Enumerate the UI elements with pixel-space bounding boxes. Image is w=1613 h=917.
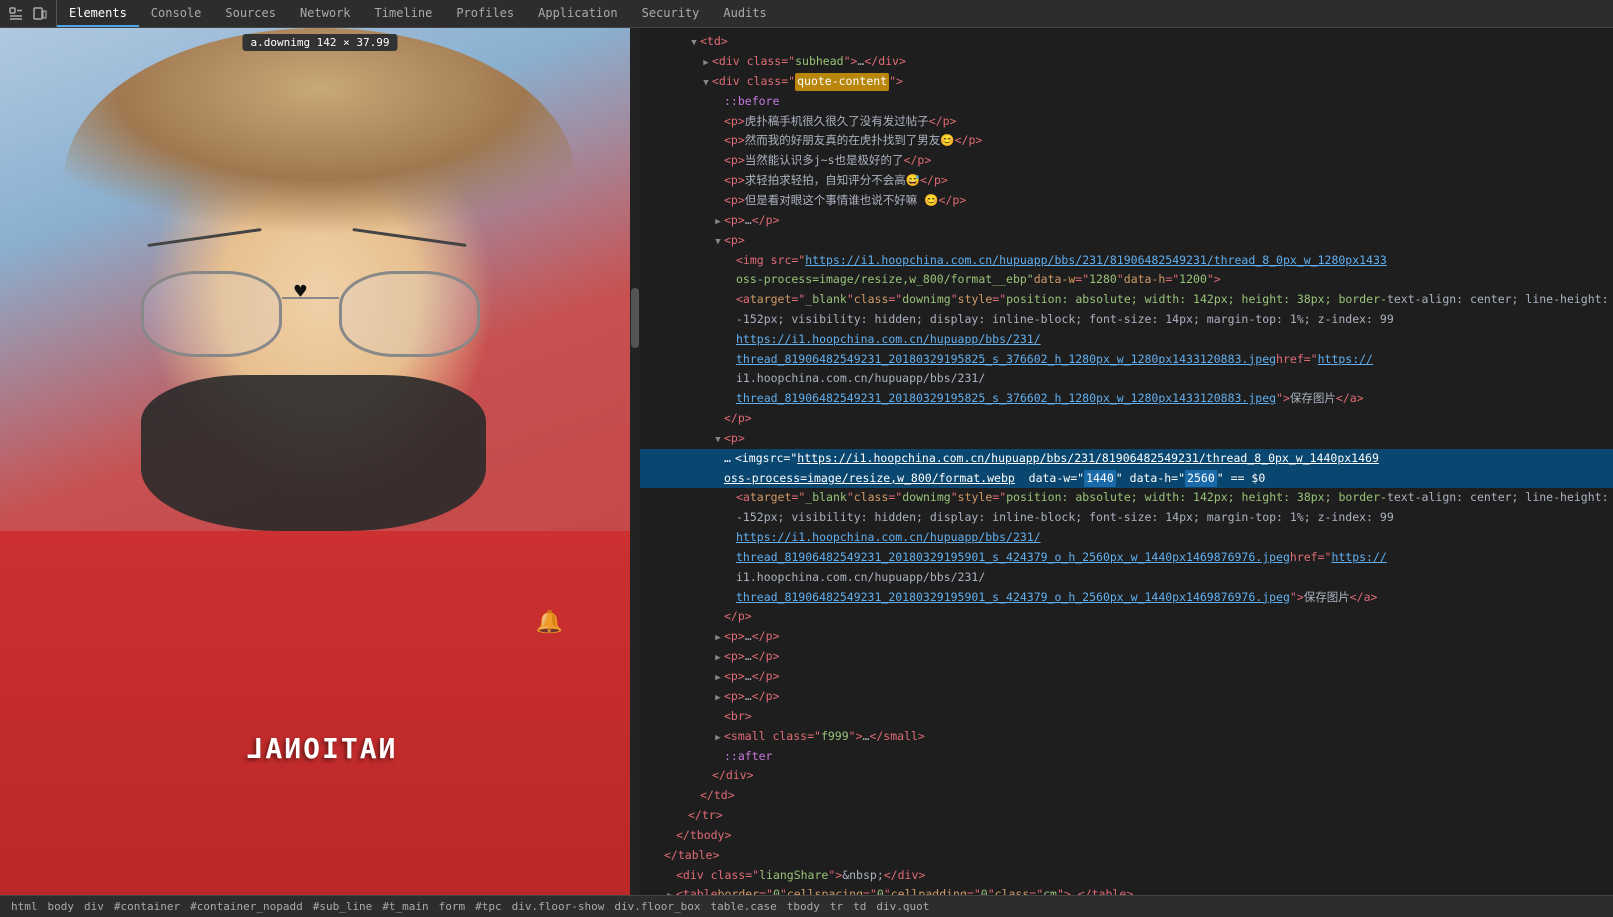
triangle-icon[interactable] — [712, 732, 724, 746]
elements-panel[interactable]: <td> <div class="subhead">…</div> <div c… — [640, 28, 1613, 895]
breadcrumb-div-quot[interactable]: div.quot — [873, 900, 932, 913]
preview-label: a.downimg 142 × 37.99 — [242, 34, 397, 51]
tabs-bar: Elements Console Sources Network Timelin… — [57, 0, 1613, 27]
list-item[interactable]: <p>…</p> — [640, 687, 1613, 707]
main-area: a.downimg 142 × 37.99 ♥ NATIONAL — [0, 28, 1613, 895]
list-item[interactable]: <p>…</p> — [640, 667, 1613, 687]
shirt-text: NATIONAL — [245, 732, 396, 765]
tab-timeline[interactable]: Timeline — [363, 0, 445, 27]
list-item[interactable]: ::after — [640, 747, 1613, 767]
list-item[interactable]: oss-process=image/resize,w_800/format__e… — [640, 270, 1613, 290]
list-item[interactable]: <p>…</p> — [640, 647, 1613, 667]
list-item[interactable]: </table> — [640, 846, 1613, 866]
breadcrumb-bar: html body div #container #container_nopa… — [0, 895, 1613, 917]
list-item[interactable]: <p>求轻拍求轻拍，自知评分不会高😅</p> — [640, 171, 1613, 191]
breadcrumb-table-case[interactable]: table.case — [707, 900, 779, 913]
breadcrumb-div[interactable]: div — [81, 900, 107, 913]
tab-profiles[interactable]: Profiles — [444, 0, 526, 27]
triangle-icon[interactable] — [712, 692, 724, 706]
toolbar-icons — [0, 0, 57, 27]
breadcrumb-floor-show[interactable]: div.floor-show — [509, 900, 608, 913]
bell-icon: 🔔 — [536, 610, 563, 635]
list-item[interactable]: <p>…</p> — [640, 627, 1613, 647]
list-item[interactable]: </p> — [640, 607, 1613, 627]
breadcrumb-body[interactable]: body — [45, 900, 78, 913]
tab-network[interactable]: Network — [288, 0, 363, 27]
triangle-icon[interactable] — [712, 216, 724, 230]
elements-tree: <td> <div class="subhead">…</div> <div c… — [640, 28, 1613, 895]
list-item[interactable]: </p> — [640, 409, 1613, 429]
list-item[interactable]: thread_81906482549231_20180329195825_s_3… — [640, 350, 1613, 370]
list-item[interactable]: </tbody> — [640, 826, 1613, 846]
left-panel: a.downimg 142 × 37.99 ♥ NATIONAL — [0, 28, 640, 895]
devtools-toolbar: Elements Console Sources Network Timelin… — [0, 0, 1613, 28]
breadcrumb-tbody[interactable]: tbody — [784, 900, 823, 913]
breadcrumb-sub-line[interactable]: #sub_line — [310, 900, 376, 913]
triangle-icon[interactable] — [700, 77, 712, 91]
list-item[interactable]: <div class="liangShare">&nbsp;</div> — [640, 866, 1613, 886]
breadcrumb-floor-box[interactable]: div.floor_box — [611, 900, 703, 913]
list-item[interactable]: <p> — [640, 429, 1613, 449]
list-item[interactable]: <p> — [640, 231, 1613, 251]
breadcrumb-container-nopadd[interactable]: #container_nopadd — [187, 900, 306, 913]
list-item[interactable]: </td> — [640, 786, 1613, 806]
selected-element-cont[interactable]: oss-process=image/resize,w_800/format.we… — [640, 469, 1613, 489]
list-item[interactable]: <a target="_blank" class="downimg" style… — [640, 290, 1613, 310]
tab-console[interactable]: Console — [139, 0, 214, 27]
tab-audits[interactable]: Audits — [711, 0, 778, 27]
triangle-icon[interactable] — [712, 672, 724, 686]
triangle-icon[interactable] — [712, 632, 724, 646]
list-item[interactable]: <img src="https://i1.hoopchina.com.cn/hu… — [640, 251, 1613, 271]
list-item[interactable]: <table border="0" cellspacing="0" cellpa… — [640, 885, 1613, 895]
list-item[interactable]: <p>…</p> — [640, 211, 1613, 231]
breadcrumb-tpc[interactable]: #tpc — [472, 900, 505, 913]
list-item[interactable]: </div> — [640, 766, 1613, 786]
list-item[interactable]: thread_81906482549231_20180329195825_s_3… — [640, 389, 1613, 409]
list-item[interactable]: thread_81906482549231_20180329195901_s_4… — [640, 588, 1613, 608]
triangle-icon[interactable] — [712, 652, 724, 666]
tab-elements[interactable]: Elements — [57, 0, 139, 27]
triangle-icon[interactable] — [712, 434, 724, 448]
selected-element[interactable]: … <img src="https://i1.hoopchina.com.cn/… — [640, 449, 1613, 469]
breadcrumb-form[interactable]: form — [436, 900, 469, 913]
tab-application[interactable]: Application — [526, 0, 629, 27]
list-item[interactable]: <p>但是看对眼这个事情谁也说不好嘛 😊</p> — [640, 191, 1613, 211]
list-item[interactable]: </tr> — [640, 806, 1613, 826]
triangle-icon[interactable] — [700, 57, 712, 71]
list-item[interactable]: ::before — [640, 92, 1613, 112]
list-item[interactable]: -152px; visibility: hidden; display: inl… — [640, 508, 1613, 528]
table-row[interactable]: <td> — [640, 32, 1613, 52]
list-item[interactable]: thread_81906482549231_20180329195901_s_4… — [640, 548, 1613, 568]
list-item[interactable]: i1.hoopchina.com.cn/hupuapp/bbs/231/ — [640, 568, 1613, 588]
breadcrumb-container[interactable]: #container — [111, 900, 183, 913]
tab-sources[interactable]: Sources — [213, 0, 288, 27]
list-item[interactable]: i1.hoopchina.com.cn/hupuapp/bbs/231/ — [640, 369, 1613, 389]
tab-security[interactable]: Security — [630, 0, 712, 27]
list-item[interactable]: <br> — [640, 707, 1613, 727]
triangle-icon[interactable] — [712, 236, 724, 250]
photo-preview: ♥ NATIONAL 🔔 — [0, 28, 640, 895]
breadcrumb-html[interactable]: html — [8, 900, 41, 913]
list-item[interactable]: <a target="_blank" class="downimg" style… — [640, 488, 1613, 508]
list-item[interactable]: https://i1.hoopchina.com.cn/hupuapp/bbs/… — [640, 330, 1613, 350]
list-item[interactable]: <small class="f999">…</small> — [640, 727, 1613, 747]
triangle-icon[interactable] — [688, 37, 700, 51]
list-item[interactable]: -152px; visibility: hidden; display: inl… — [640, 310, 1613, 330]
list-item[interactable]: <p>虎扑稿手机很久很久了没有发过帖子</p> — [640, 112, 1613, 132]
list-item[interactable]: <p>当然能认识多j~s也是极好的了</p> — [640, 151, 1613, 171]
list-item[interactable]: https://i1.hoopchina.com.cn/hupuapp/bbs/… — [640, 528, 1613, 548]
list-item[interactable]: <div class="quote-content"> — [640, 72, 1613, 92]
list-item[interactable]: <div class="subhead">…</div> — [640, 52, 1613, 72]
breadcrumb-tr[interactable]: tr — [827, 900, 846, 913]
breadcrumb-td[interactable]: td — [850, 900, 869, 913]
inspect-element-button[interactable] — [6, 4, 26, 24]
list-item[interactable]: <p>然而我的好朋友真的在虎扑找到了男友😊</p> — [640, 131, 1613, 151]
device-toolbar-button[interactable] — [30, 4, 50, 24]
breadcrumb-t-main[interactable]: #t_main — [379, 900, 431, 913]
